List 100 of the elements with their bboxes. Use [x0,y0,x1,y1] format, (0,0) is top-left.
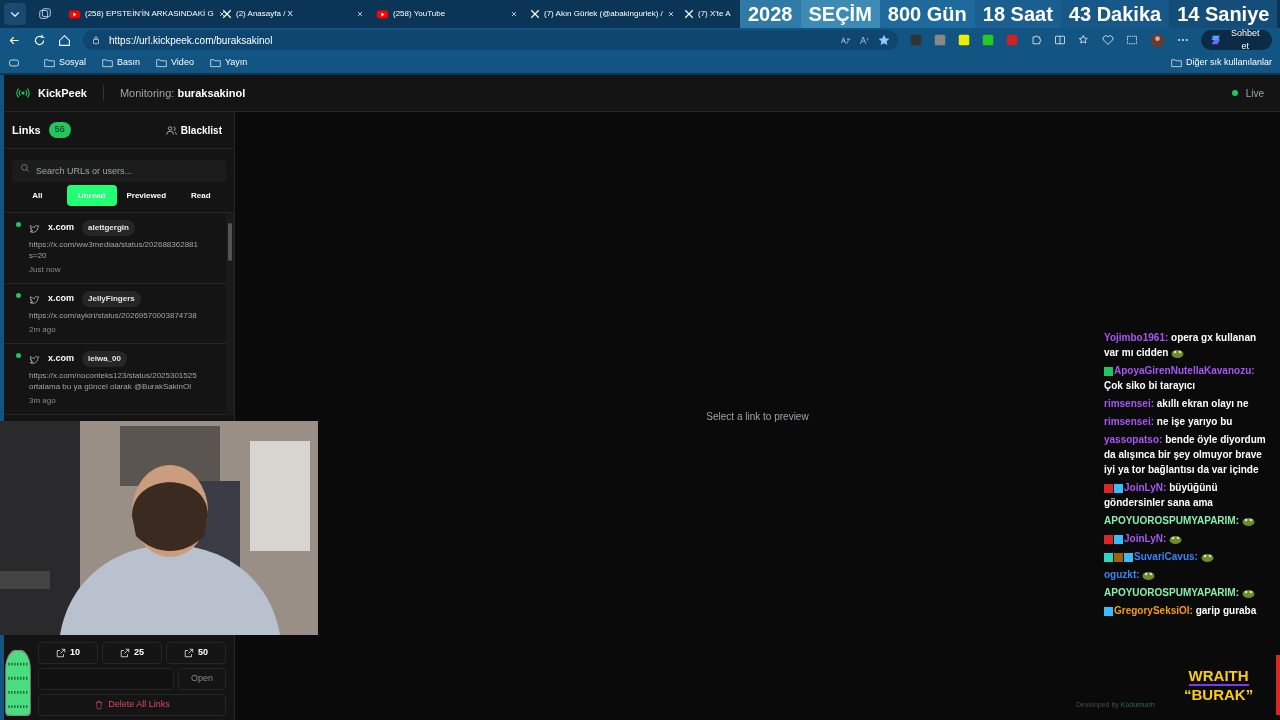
copilot-icon [1209,33,1223,47]
countdown-text: SEÇİM [800,0,880,28]
play-logo-icon [68,7,81,21]
address-field[interactable]: https://url.kickpeek.com/buraksakinol [83,30,899,50]
link-url: https://x.com/noconteks123/status/2025301525 ortalama bu ya güncel olarak @BurakSakinOl [29,370,198,392]
live-status: Live [1245,86,1264,101]
copilot-chat-button[interactable]: Sohbet et [1201,30,1272,50]
read-aloud-icon [859,34,871,46]
browser-tab[interactable]: (7) X'te A [680,2,730,26]
links-count: 56 [48,122,71,138]
screenshot-icon [1126,34,1139,46]
x-logo-icon [684,9,694,19]
bookmark-folder[interactable]: Video [156,55,194,70]
filter-tab[interactable]: Read [175,185,226,206]
tab-list-button[interactable] [4,3,26,25]
edge-bar [1276,655,1280,715]
folder-icon [209,57,221,68]
chat-username: APOYUOROSPUMYAPARIM: [1104,515,1239,526]
links-title: Links [12,122,41,138]
link-item[interactable]: x.com JellyFingers https://x.com/aykiri/status/20269570003874738 2m ago [4,284,226,344]
extension-icon [982,34,995,46]
extension-icon [1006,34,1019,46]
countdown-text: 14 Saniye [1169,0,1278,28]
countdown-text: 800 Gün [879,0,975,28]
bird-icon [29,293,40,305]
favorites-icon [1078,34,1091,46]
filter-tab[interactable]: Previewed [121,185,172,206]
workspaces-icon [38,7,52,21]
link-site: x.com [48,352,74,366]
logo-text: WRAITH [1188,668,1249,686]
external-link-icon [56,648,66,658]
search-icon [20,163,30,173]
open-links-button[interactable]: 25 [102,642,162,664]
close-icon [666,10,675,18]
bookmark-folder[interactable]: Yayın [209,55,248,70]
link-time: Just now [29,264,62,276]
browser-tab[interactable]: (258) YouTube [372,2,522,26]
countdown-text: 43 Dakika [1060,0,1170,28]
users-icon [165,124,177,136]
chat-username: oguzkt: [1104,569,1140,580]
logo-text: “BURAK” [1184,686,1254,703]
x-logo-icon [222,9,232,19]
countdown-text: 2028 [740,0,801,28]
search-field[interactable]: Search URLs or users... [12,160,226,182]
split-screen-icon [1054,34,1067,46]
x-logo-icon [530,9,540,19]
bookmark-folder[interactable]: Sosyal [44,55,86,70]
play-logo-icon [376,7,389,21]
profile-avatar-icon [1150,32,1166,48]
chat-message: JoinLyN: büyüğünü göndersinler sana ama [1104,482,1218,508]
puzzle-icon [1030,34,1043,46]
filter-tab[interactable]: All [12,185,63,206]
countdown-text: 18 Saat [974,0,1061,28]
delete-all-links-button[interactable]: Delete All Links [38,694,226,716]
chat-message: GregorySeksiOl: garip guraba [1114,605,1257,616]
chat-username: JoinLyN: [1124,533,1167,544]
close-icon [217,10,226,18]
link-time: 2m ago [29,324,57,336]
user-tag: JellyFingers [82,291,141,307]
star-icon [878,34,891,46]
blacklist-button[interactable]: Blacklist [165,122,226,138]
bookmark-folder[interactable]: Basın [102,55,141,70]
link-item[interactable]: x.com leiwa_00 https://x.com/noconteks123/status/2025301525 ortalama bu ya güncel olarak @BurakSakinOl 3m ago [4,344,226,415]
heart-pulse-icon [1102,34,1115,46]
open-links-button[interactable]: 50 [166,642,226,664]
external-link-icon [120,648,130,658]
folder-icon [102,57,113,68]
browser-tab[interactable]: (7) Akın Gürlek (@abakingurlek) / [526,2,676,26]
bird-icon [29,222,40,234]
scrollbar[interactable] [226,213,234,415]
refresh-icon [33,33,46,47]
bookmark-folder[interactable]: Diğer sık kullanılanlar [1170,55,1272,70]
chat-username: SuvariCavus: [1134,551,1198,562]
folder-icon [1170,57,1182,68]
home-icon [58,33,71,47]
square-extension-icon [934,34,947,46]
folder-icon [44,57,55,68]
empty-preview-text: Select a link to preview [706,409,809,424]
close-icon [356,10,364,18]
monitoring-label: Monitoring: buraksakinol [119,85,246,101]
open-button[interactable]: Open [177,668,226,690]
lock-icon [91,35,101,45]
app-name: KickPeek [38,84,104,102]
link-item[interactable]: x.com alettgergin https://x.com/ww3mediaa/status/202688362881 s=20 Just now [4,213,226,284]
chat-message: Yojimbo1961: opera gx kullanan var mı cidden [1104,332,1257,358]
translate-icon [840,34,852,46]
close-icon [510,10,518,18]
broadcast-icon [16,86,30,100]
link-url: https://x.com/aykiri/status/20269570003874738 [29,310,198,321]
folder-icon [156,57,168,68]
chat-message: rimsensei: ne işe yarıyo bu [1104,416,1233,427]
link-site: x.com [48,221,74,235]
browser-tab[interactable]: (258) EPSTEİN'İN ARKASINDAKİ G [64,2,214,26]
chat-username: APOYUOROSPUMYAPARIM: [1104,587,1239,598]
browser-tab[interactable]: (2) Anasayfa / X [218,2,368,26]
sidebar-toggle-icon [8,56,20,69]
user-tag: leiwa_00 [82,351,127,367]
open-links-button[interactable]: 10 [38,642,98,664]
trash-icon [94,700,105,710]
external-link-icon [184,648,194,658]
